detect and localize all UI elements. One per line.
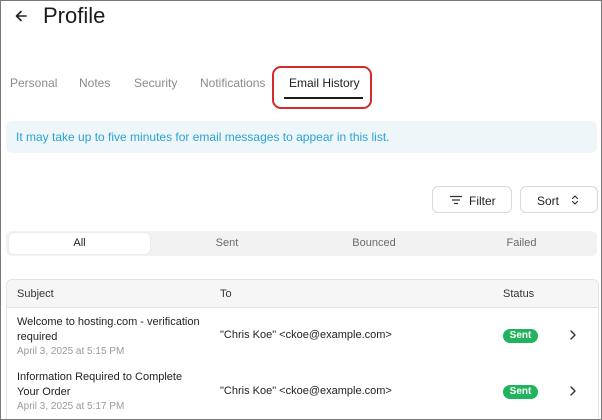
status-segmented-control: All Sent Bounced Failed [6,231,597,256]
segment-all[interactable]: All [9,233,150,254]
profile-page: Profile Personal Notes Security Notifica… [0,0,602,420]
segment-failed[interactable]: Failed [449,233,594,254]
tab-personal[interactable]: Personal [10,76,57,90]
sort-updown-icon [571,195,579,205]
row-subject-line: required [17,331,58,343]
arrow-left-icon [15,10,27,22]
column-header-to: To [220,288,232,300]
segment-sent[interactable]: Sent [155,233,299,254]
row-date: April 3, 2025 at 5:15 PM [17,346,125,357]
table-row[interactable]: Information Required to Complete Your Or… [7,364,598,419]
page-header: Profile [1,1,601,37]
status-badge: Sent [503,385,538,399]
tab-email-history[interactable]: Email History [289,76,360,90]
active-tab-indicator [284,97,363,99]
tab-security[interactable]: Security [134,76,177,90]
row-date: April 3, 2025 at 5:17 PM [17,401,125,412]
segment-bounced[interactable]: Bounced [302,233,446,254]
row-subject-line: Welcome to hosting.com - verification [17,316,200,328]
row-subject-line: Information Required to Complete [17,371,183,383]
table-row[interactable]: Welcome to hosting.com - verification re… [7,308,598,364]
column-header-subject: Subject [17,288,54,300]
tab-notes[interactable]: Notes [79,76,110,90]
row-subject: Welcome to hosting.com - verification re… [17,315,217,345]
email-history-table: Subject To Status Welcome to hosting.com… [6,279,599,419]
row-subject-line: Your Order [17,386,71,398]
page-title: Profile [43,3,106,28]
profile-tabs: Personal Notes Security Notifications Em… [1,65,601,109]
chevron-right-icon[interactable] [567,328,579,342]
chevron-right-icon[interactable] [567,384,579,398]
tab-notifications[interactable]: Notifications [200,76,265,90]
row-recipient: "Chris Koe" <ckoe@example.com> [220,329,392,341]
filter-lines-icon [450,195,462,205]
status-badge: Sent [503,329,538,343]
column-header-status: Status [503,288,535,300]
table-header: Subject To Status [7,280,598,308]
info-banner-text: It may take up to five minutes for email… [16,130,390,144]
sort-label: Sort [537,194,560,208]
filter-button[interactable]: Filter [432,186,512,213]
row-subject: Information Required to Complete Your Or… [17,370,217,400]
back-button[interactable] [12,5,32,27]
sort-button[interactable]: Sort [520,186,598,213]
info-banner: It may take up to five minutes for email… [6,121,597,153]
row-recipient: "Chris Koe" <ckoe@example.com> [220,385,392,397]
filter-label: Filter [469,194,496,208]
